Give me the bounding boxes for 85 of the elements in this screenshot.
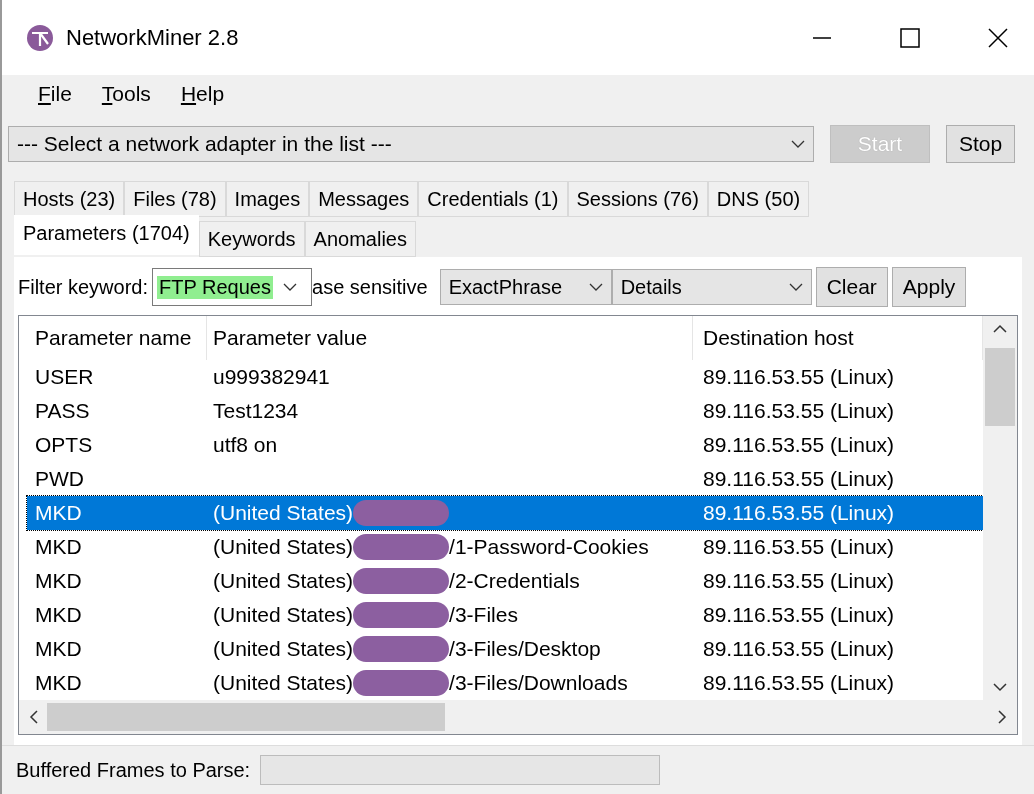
table-cell-text: 89.116.53.55 (Linux) xyxy=(702,603,896,627)
table-row[interactable]: OPTS utf8 on 89.116.53.55 (Linux) xyxy=(27,428,983,462)
table-cell: utf8 on xyxy=(213,433,278,457)
table-row[interactable]: MKD (United States) /1-Password-Cookies 89.116.53.55 (Linux) xyxy=(27,530,983,564)
table-cell-text: MKD xyxy=(34,569,83,593)
table-cell-text: 89.116.53.55 (Linux) xyxy=(702,671,896,695)
table-cell: u999382941 xyxy=(213,365,330,389)
table-cell-text: 89.116.53.55 (Linux) xyxy=(702,569,896,593)
caret-icon xyxy=(282,283,297,291)
table-row[interactable]: MKD (United States) /3-Files 89.116.53.55 (Linux) xyxy=(27,598,983,632)
table-cell-text: 89.116.53.55 (Linux) xyxy=(702,467,896,491)
table-cell: (United States) xyxy=(213,603,354,627)
tab[interactable]: Messages xyxy=(309,181,419,217)
scroll-right-icon[interactable] xyxy=(997,710,1007,724)
table-cell-text: 89.116.53.55 (Linux) xyxy=(702,365,896,389)
table-cell: /3-Files/Downloads xyxy=(449,671,628,695)
vertical-scrollbar[interactable] xyxy=(983,316,1017,700)
table-cell: (United States) xyxy=(213,501,354,525)
tab[interactable]: Credentials (1) xyxy=(418,181,568,217)
tab[interactable]: DNS (50) xyxy=(707,181,810,217)
table-cell-text: 89.116.53.55 (Linux) xyxy=(702,501,896,525)
menu-item[interactable]: File xyxy=(38,82,72,106)
scrollbar-thumb[interactable] xyxy=(985,348,1015,426)
case-sensitive-label[interactable]: ase sensitive xyxy=(312,275,428,299)
table-row[interactable]: MKD (United States) 89.116.53.55 (Linux) xyxy=(27,496,983,530)
stop-button[interactable]: Stop xyxy=(946,125,1016,163)
table-row[interactable]: MKD (United States) /3-Files/Desktop 89.116.53.55 (Linux) xyxy=(27,632,983,666)
table-cell: (United States) xyxy=(213,535,354,559)
tab[interactable]: Sessions (76) xyxy=(567,181,708,217)
table-cell-text: MKD xyxy=(34,535,83,559)
scroll-up-icon[interactable] xyxy=(993,324,1007,334)
table-cell: /1-Password-Cookies xyxy=(449,535,649,559)
table-cell-text: PWD xyxy=(34,467,85,491)
table-cell: /2-Credentials xyxy=(449,569,580,593)
clear-button[interactable]: Clear xyxy=(815,267,888,307)
table-cell-text: MKD xyxy=(34,501,83,525)
adapter-dropdown[interactable]: --- Select a network adapter in the list --- xyxy=(8,126,814,162)
table-cell: Test1234 xyxy=(213,399,299,423)
status-label: Buffered Frames to Parse: xyxy=(16,758,251,782)
match-mode-dropdown[interactable]: ExactPhrase xyxy=(439,269,612,305)
tab[interactable]: Files (78) xyxy=(124,181,226,217)
table-row[interactable]: PWD 89.116.53.55 (Linux) xyxy=(27,462,983,496)
close-icon[interactable] xyxy=(988,27,1008,48)
column-header[interactable]: Parameter value xyxy=(207,316,693,360)
caret-icon xyxy=(588,283,603,291)
column-header[interactable]: Parameter name xyxy=(19,316,207,360)
window-title: NetworkMiner 2.8 xyxy=(66,24,239,51)
filter-keyword-dropdown[interactable]: FTP Reques xyxy=(152,268,313,306)
table-cell: (United States) xyxy=(213,671,354,695)
caret-icon xyxy=(788,283,803,291)
maximize-icon[interactable] xyxy=(900,27,920,48)
table-cell: (United States) xyxy=(213,569,354,593)
scroll-down-icon[interactable] xyxy=(993,682,1007,692)
apply-button[interactable]: Apply xyxy=(891,267,967,307)
table-cell-text: OPTS xyxy=(34,433,94,457)
table-row[interactable]: PASS Test1234 89.116.53.55 (Linux) xyxy=(27,394,983,428)
table-cell-text: PASS xyxy=(34,399,91,423)
table-cell-text: USER xyxy=(34,365,95,389)
table-row[interactable]: USER u999382941 89.116.53.55 (Linux) xyxy=(27,360,983,394)
table-cell-text: MKD xyxy=(34,603,83,627)
menu-item[interactable]: Help xyxy=(180,82,225,106)
table-cell-text: 89.116.53.55 (Linux) xyxy=(702,535,896,559)
horizontal-scrollbar[interactable] xyxy=(19,700,1017,734)
table-cell: (United States) xyxy=(213,637,354,661)
table-cell-text: 89.116.53.55 (Linux) xyxy=(702,637,896,661)
tab[interactable]: Images xyxy=(225,181,310,217)
tab[interactable]: Parameters (1704) xyxy=(14,215,199,255)
table-cell-text: 89.116.53.55 (Linux) xyxy=(702,399,896,423)
table-cell-text: MKD xyxy=(34,671,83,695)
app-logo-icon xyxy=(26,23,54,52)
table-cell-text: 89.116.53.55 (Linux) xyxy=(702,433,896,457)
table-cell-text: MKD xyxy=(34,637,83,661)
menu-item[interactable]: Tools xyxy=(101,82,151,106)
scrollbar-thumb[interactable] xyxy=(47,703,445,731)
tab[interactable]: Hosts (23) xyxy=(14,181,125,217)
table-cell: /3-Files/Desktop xyxy=(449,637,601,661)
table-row[interactable]: MKD (United States) /2-Credentials 89.116.53.55 (Linux) xyxy=(27,564,983,598)
scroll-left-icon[interactable] xyxy=(29,710,39,724)
table-row[interactable]: MKD (United States) /3-Files/Downloads 89.116.53.55 (Linux) xyxy=(27,666,983,700)
filter-label: Filter keyword: xyxy=(18,275,149,299)
tab[interactable]: Anomalies xyxy=(304,221,416,257)
table-cell: /3-Files xyxy=(449,603,518,627)
tab[interactable]: Keywords xyxy=(198,221,305,257)
scope-dropdown[interactable]: Details xyxy=(611,269,812,305)
caret-icon xyxy=(791,140,805,148)
